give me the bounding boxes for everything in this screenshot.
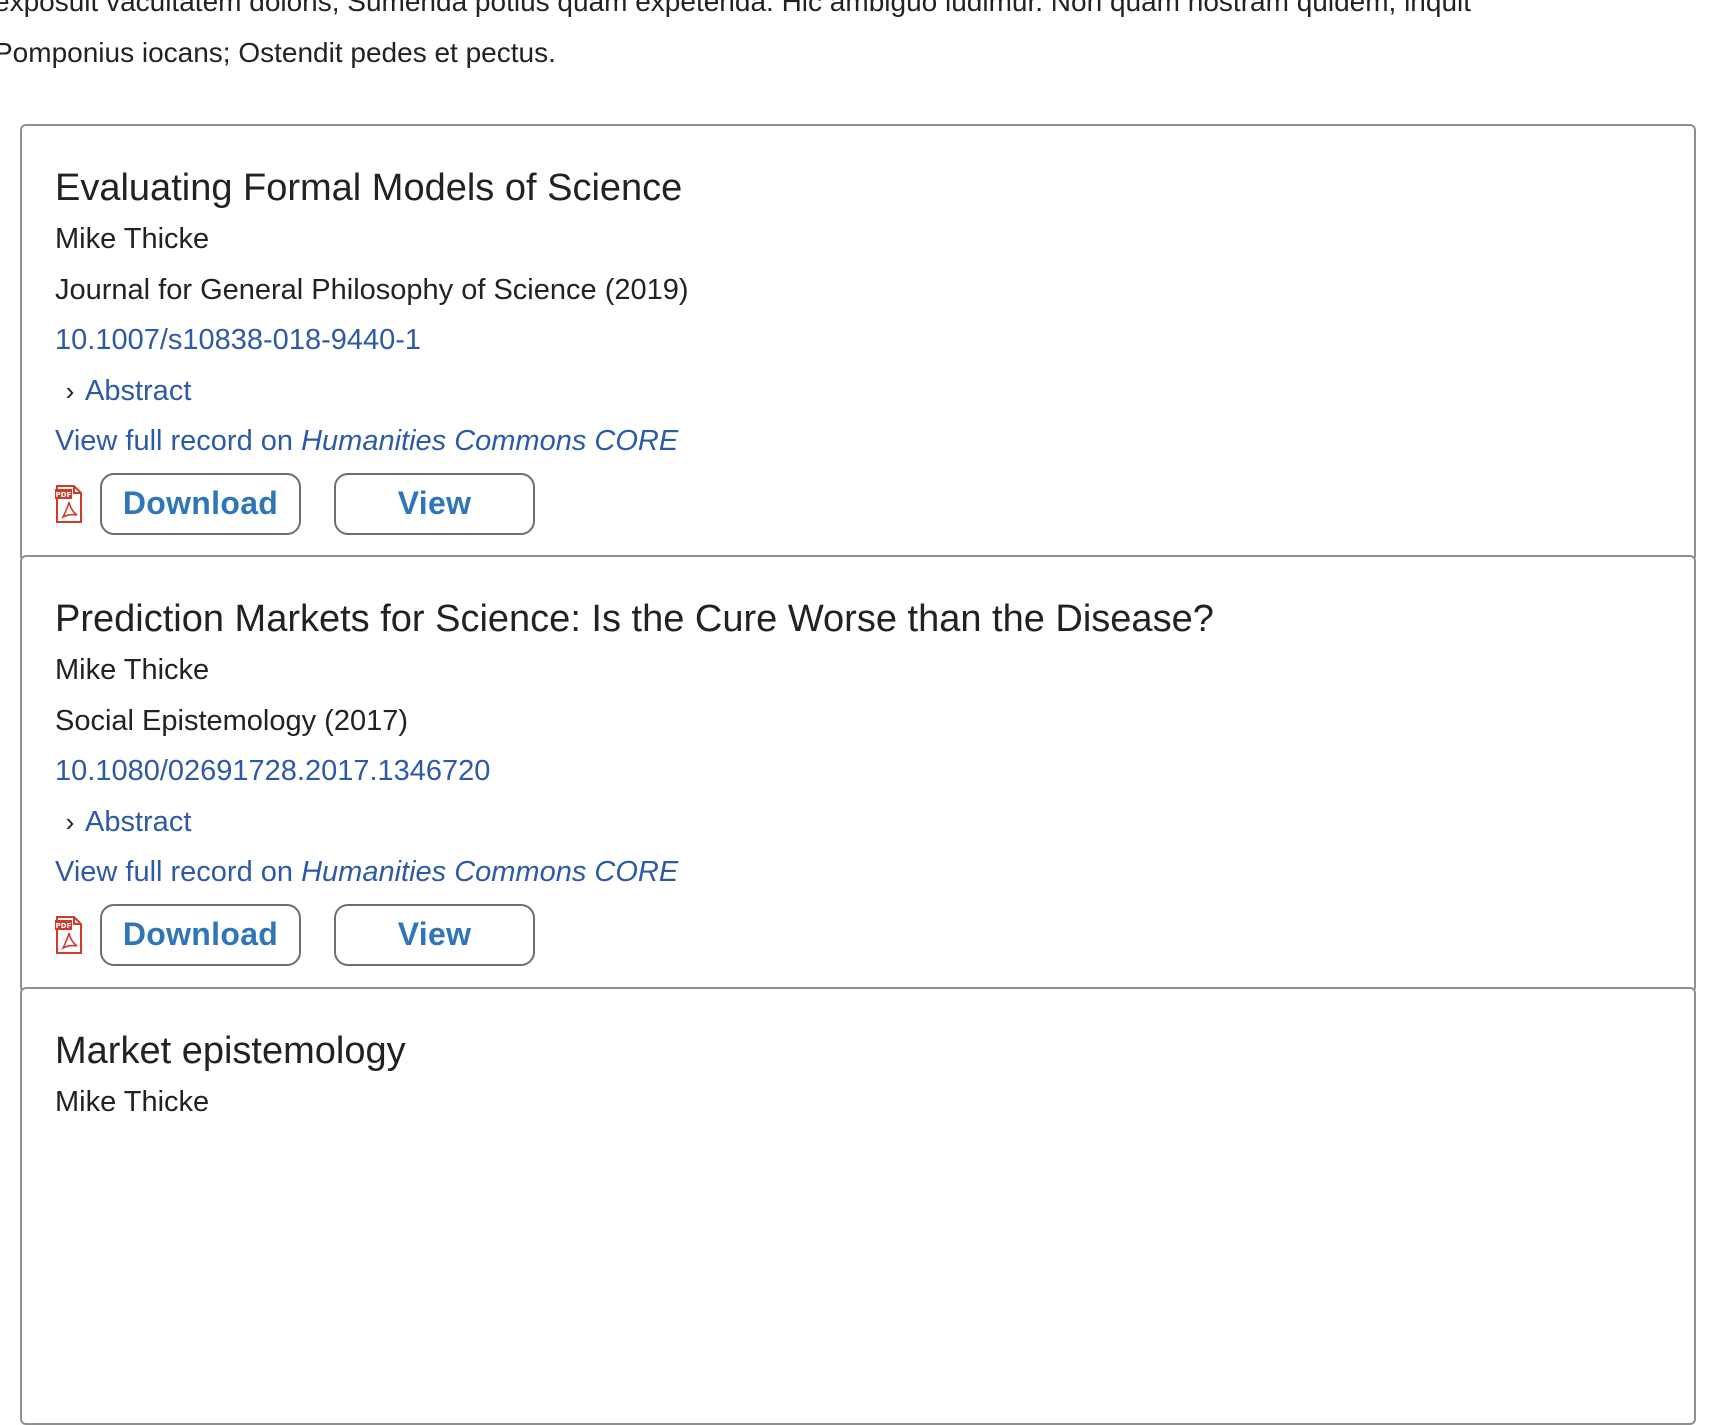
pdf-file-icon: PDF	[55, 484, 82, 523]
pdf-file-icon: PDF	[55, 915, 82, 954]
record-prefix: View full record on	[55, 856, 302, 888]
abstract-toggle[interactable]: › Abstract	[55, 797, 1674, 848]
record-card: Evaluating Formal Models of Science Mike…	[20, 124, 1696, 562]
intro-line-2: Pomponius iocans; Ostendit pedes et pect…	[0, 37, 556, 68]
abstract-label: Abstract	[85, 374, 192, 407]
download-button[interactable]: Download	[100, 472, 301, 535]
record-actions: PDF Download View	[55, 903, 1674, 966]
svg-text:PDF: PDF	[56, 491, 72, 499]
record-author: Mike Thicke	[55, 223, 210, 255]
record-author: Mike Thicke	[55, 654, 210, 686]
svg-text:PDF: PDF	[56, 922, 72, 930]
intro-text: exposuit vacuitatem doloris; Sumenda pot…	[0, 0, 1694, 78]
record-author: Mike Thicke	[55, 1086, 210, 1118]
chevron-right-icon: ›	[65, 375, 75, 406]
record-journal: Social Epistemology (2017)	[55, 704, 409, 737]
doi-link[interactable]: 10.1080/02691728.2017.1346720	[55, 755, 490, 787]
record-card: Market epistemology Mike Thicke	[20, 987, 1696, 1425]
view-full-record-link[interactable]: View full record on Humanities Commons C…	[55, 416, 1674, 467]
intro-line-1: exposuit vacuitatem doloris; Sumenda pot…	[0, 0, 1472, 17]
record-prefix: View full record on	[55, 425, 302, 457]
abstract-label: Abstract	[85, 805, 192, 838]
record-title: Market epistemology	[55, 1030, 406, 1072]
record-actions: PDF Download View	[55, 472, 1674, 535]
record-title: Prediction Markets for Science: Is the C…	[55, 598, 1214, 640]
download-button[interactable]: Download	[100, 903, 301, 966]
chevron-right-icon: ›	[65, 806, 75, 837]
record-source: Humanities Commons CORE	[301, 425, 679, 457]
record-journal: Journal for General Philosophy of Scienc…	[55, 273, 689, 306]
record-card: Prediction Markets for Science: Is the C…	[20, 555, 1696, 993]
doi-link[interactable]: 10.1007/s10838-018-9440-1	[55, 324, 421, 356]
view-button[interactable]: View	[334, 903, 535, 966]
abstract-toggle[interactable]: › Abstract	[55, 366, 1674, 417]
record-source: Humanities Commons CORE	[301, 856, 679, 888]
view-button[interactable]: View	[334, 472, 535, 535]
record-title: Evaluating Formal Models of Science	[55, 167, 683, 209]
view-full-record-link[interactable]: View full record on Humanities Commons C…	[55, 847, 1674, 898]
